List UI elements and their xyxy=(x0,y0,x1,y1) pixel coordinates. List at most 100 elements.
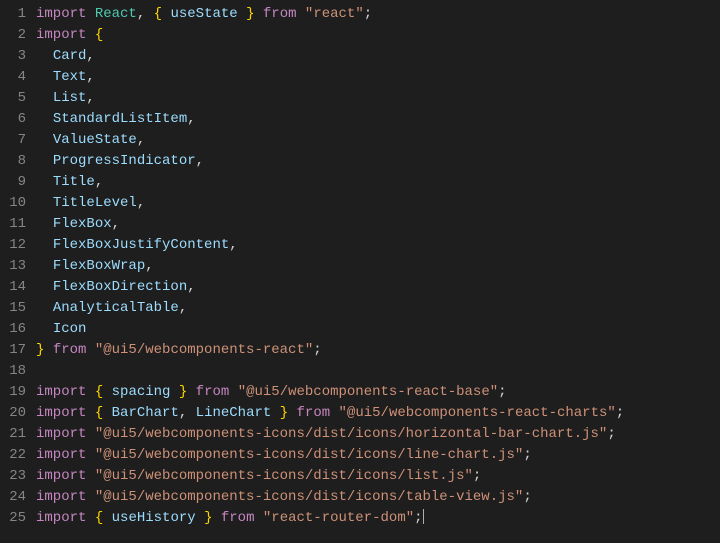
token: , xyxy=(137,195,145,211)
token: FlexBoxDirection xyxy=(53,279,187,295)
token xyxy=(297,6,305,22)
token: , xyxy=(179,405,196,421)
token: BarChart xyxy=(112,405,179,421)
code-line[interactable]: import "@ui5/webcomponents-icons/dist/ic… xyxy=(36,424,720,445)
token xyxy=(330,405,338,421)
token xyxy=(86,489,94,505)
code-line[interactable]: TitleLevel, xyxy=(36,193,720,214)
token xyxy=(238,6,246,22)
token: , xyxy=(86,48,94,64)
token: "@ui5/webcomponents-icons/dist/icons/lin… xyxy=(95,447,523,463)
token: TitleLevel xyxy=(53,195,137,211)
token: { xyxy=(95,405,103,421)
token xyxy=(229,384,237,400)
token: , xyxy=(179,300,187,316)
token: , xyxy=(86,69,94,85)
token xyxy=(36,90,53,106)
token xyxy=(36,195,53,211)
code-line[interactable]: import "@ui5/webcomponents-icons/dist/ic… xyxy=(36,445,720,466)
token: from xyxy=(53,342,87,358)
code-line[interactable]: FlexBoxWrap, xyxy=(36,256,720,277)
line-number: 21 xyxy=(0,424,26,445)
token: ; xyxy=(523,489,531,505)
line-number: 11 xyxy=(0,214,26,235)
code-line[interactable]: FlexBoxDirection, xyxy=(36,277,720,298)
code-line[interactable]: Card, xyxy=(36,46,720,67)
code-line[interactable]: StandardListItem, xyxy=(36,109,720,130)
code-line[interactable]: Title, xyxy=(36,172,720,193)
token xyxy=(36,48,53,64)
token: "@ui5/webcomponents-react-charts" xyxy=(339,405,616,421)
code-line[interactable]: Text, xyxy=(36,67,720,88)
code-line[interactable]: import { useHistory } from "react-router… xyxy=(36,508,720,529)
token: List xyxy=(53,90,87,106)
code-editor[interactable]: 1234567891011121314151617181920212223242… xyxy=(0,0,720,543)
token: } xyxy=(246,6,254,22)
code-line[interactable]: import "@ui5/webcomponents-icons/dist/ic… xyxy=(36,466,720,487)
token: { xyxy=(154,6,162,22)
token: , xyxy=(145,258,153,274)
token xyxy=(86,468,94,484)
code-line[interactable]: import { xyxy=(36,25,720,46)
text-cursor xyxy=(423,509,424,524)
token xyxy=(44,342,52,358)
token: ProgressIndicator xyxy=(53,153,196,169)
code-line[interactable]: Icon xyxy=(36,319,720,340)
token: ; xyxy=(473,468,481,484)
token: FlexBoxJustifyContent xyxy=(53,237,229,253)
token: import xyxy=(36,468,86,484)
token xyxy=(103,405,111,421)
token: LineChart xyxy=(196,405,272,421)
token xyxy=(36,321,53,337)
token: ; xyxy=(364,6,372,22)
code-line[interactable]: FlexBox, xyxy=(36,214,720,235)
line-number: 22 xyxy=(0,445,26,466)
token xyxy=(212,510,220,526)
code-line[interactable]: import { BarChart, LineChart } from "@ui… xyxy=(36,403,720,424)
code-line[interactable]: List, xyxy=(36,88,720,109)
token xyxy=(86,342,94,358)
token: Title xyxy=(53,174,95,190)
line-number: 1 xyxy=(0,4,26,25)
token xyxy=(86,447,94,463)
token xyxy=(170,384,178,400)
token: import xyxy=(36,405,86,421)
line-number: 5 xyxy=(0,88,26,109)
token xyxy=(86,27,94,43)
token: { xyxy=(95,27,103,43)
line-number: 13 xyxy=(0,256,26,277)
token: ; xyxy=(607,426,615,442)
token: Icon xyxy=(53,321,87,337)
token: import xyxy=(36,447,86,463)
token: ValueState xyxy=(53,132,137,148)
token xyxy=(36,258,53,274)
line-number: 18 xyxy=(0,361,26,382)
code-content[interactable]: import React, { useState } from "react";… xyxy=(36,4,720,543)
line-number: 7 xyxy=(0,130,26,151)
token: { xyxy=(95,384,103,400)
code-line[interactable]: ValueState, xyxy=(36,130,720,151)
code-line[interactable]: import { spacing } from "@ui5/webcompone… xyxy=(36,382,720,403)
code-line[interactable]: FlexBoxJustifyContent, xyxy=(36,235,720,256)
token xyxy=(36,132,53,148)
code-line[interactable]: import React, { useState } from "react"; xyxy=(36,4,720,25)
token xyxy=(103,510,111,526)
code-line[interactable]: import "@ui5/webcomponents-icons/dist/ic… xyxy=(36,487,720,508)
token xyxy=(86,6,94,22)
code-line[interactable] xyxy=(36,361,720,382)
token: import xyxy=(36,510,86,526)
token xyxy=(288,405,296,421)
line-number-gutter: 1234567891011121314151617181920212223242… xyxy=(0,4,36,543)
token: "react" xyxy=(305,6,364,22)
line-number: 4 xyxy=(0,67,26,88)
line-number: 15 xyxy=(0,298,26,319)
code-line[interactable]: AnalyticalTable, xyxy=(36,298,720,319)
token: , xyxy=(187,111,195,127)
token: AnalyticalTable xyxy=(53,300,179,316)
code-line[interactable]: } from "@ui5/webcomponents-react"; xyxy=(36,340,720,361)
token: , xyxy=(137,132,145,148)
code-line[interactable]: ProgressIndicator, xyxy=(36,151,720,172)
token: from xyxy=(221,510,255,526)
token: "@ui5/webcomponents-react-base" xyxy=(238,384,498,400)
token: "react-router-dom" xyxy=(263,510,414,526)
